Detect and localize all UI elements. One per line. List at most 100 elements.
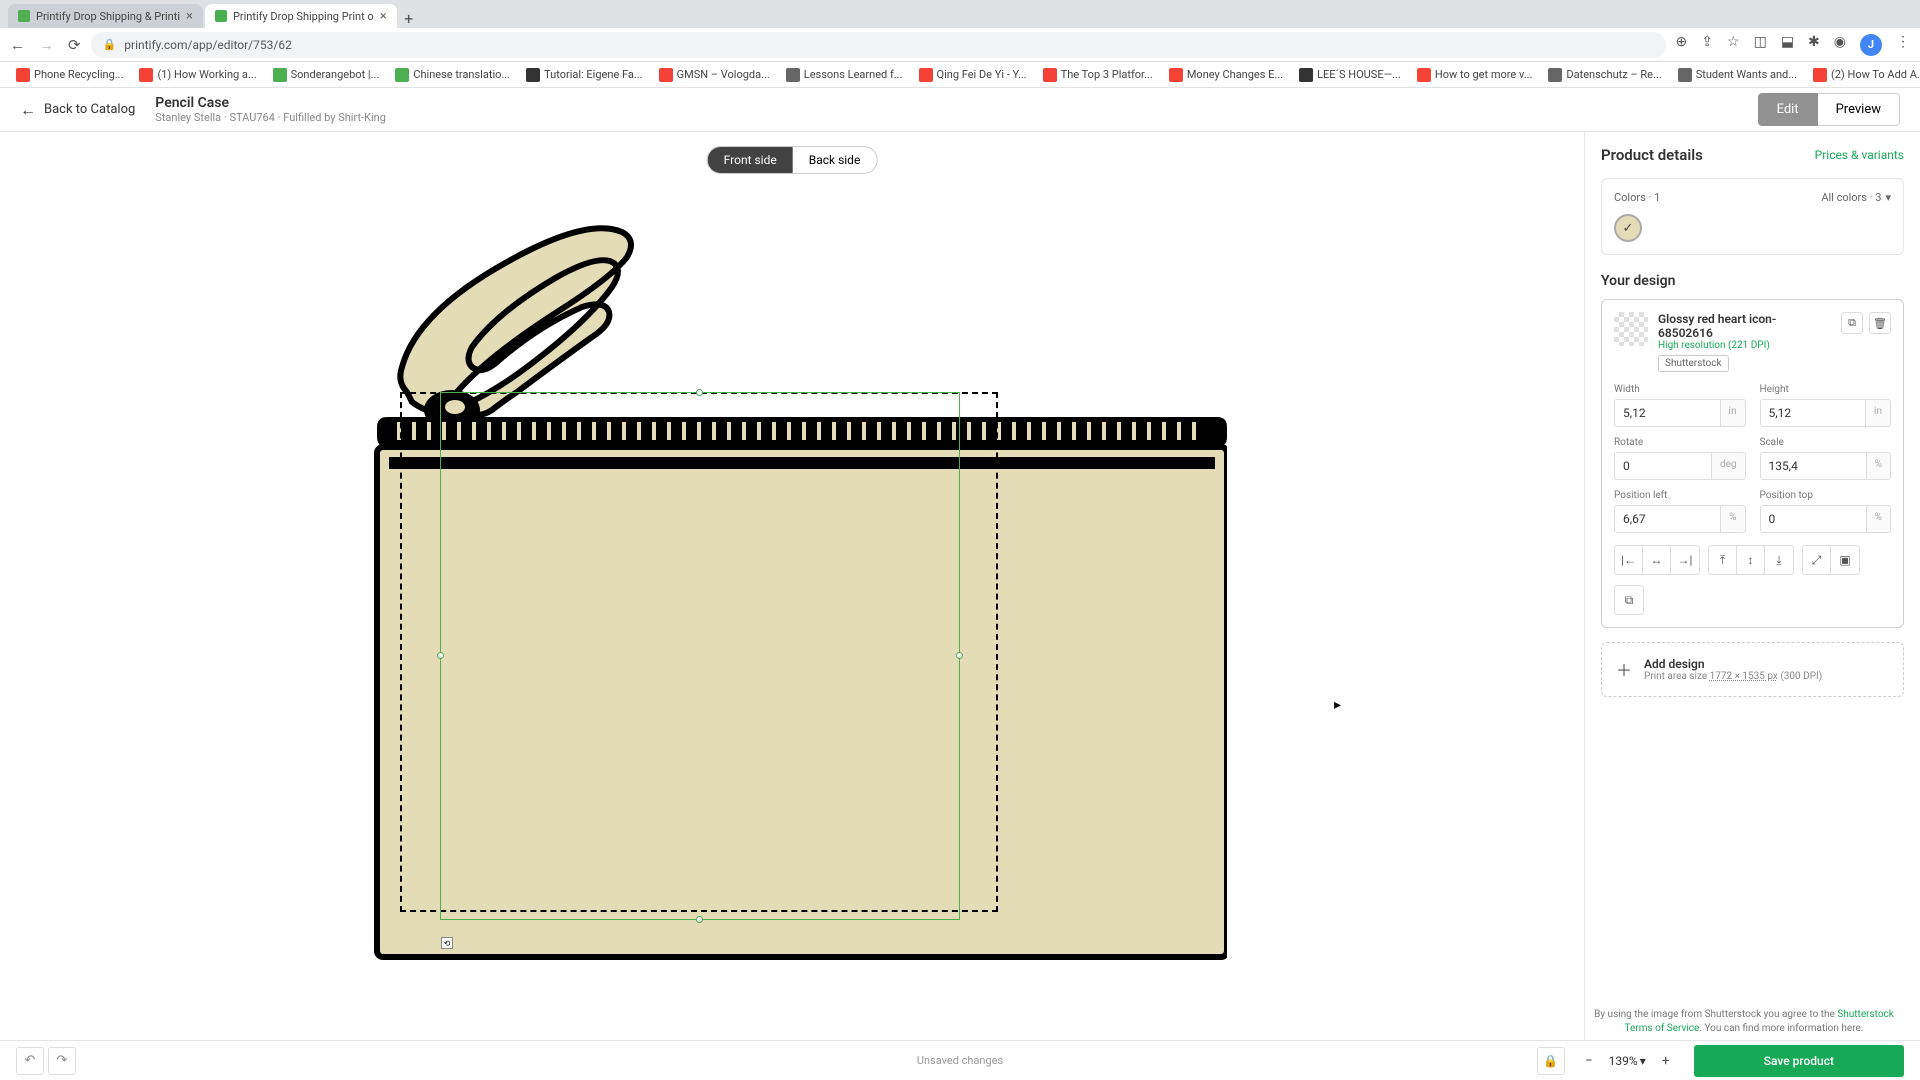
zoom-in-icon[interactable]: +: [1654, 1049, 1678, 1073]
bookmark-favicon: [659, 68, 673, 82]
back-side-tab[interactable]: Back side: [793, 147, 877, 173]
bookmark-item[interactable]: Datenschutz – Re...: [1542, 66, 1667, 84]
bookmark-item[interactable]: Student Wants and...: [1672, 66, 1803, 84]
back-to-catalog[interactable]: ← Back to Catalog: [20, 100, 135, 120]
bookmark-item[interactable]: Money Changes E...: [1163, 66, 1289, 84]
bookmark-label: The Top 3 Platfor...: [1061, 68, 1153, 81]
height-label: Height: [1760, 384, 1892, 395]
all-colors-text: All colors · 3: [1821, 191, 1881, 204]
bookmark-item[interactable]: (2) How To Add A...: [1807, 66, 1920, 84]
align-vcenter-icon[interactable]: ↕: [1737, 546, 1765, 574]
design-card: Glossy red heart icon-68502616 High reso…: [1601, 299, 1904, 628]
bookmark-item[interactable]: Chinese translatio...: [389, 66, 516, 84]
product-mockup: [357, 192, 1227, 976]
front-side-tab[interactable]: Front side: [708, 147, 793, 173]
your-design-title: Your design: [1601, 273, 1904, 289]
menu-icon[interactable]: ⋮: [1896, 34, 1910, 56]
reload-icon[interactable]: ⟳: [68, 36, 81, 54]
fit-icon[interactable]: ⤢: [1803, 546, 1831, 574]
duplicate-layer-icon[interactable]: ⧉: [1615, 586, 1643, 614]
bookmark-favicon: [1043, 68, 1057, 82]
undo-icon[interactable]: ↶: [16, 1047, 44, 1075]
align-left-icon[interactable]: |←: [1615, 546, 1643, 574]
bookmarks-bar: Phone Recycling...(1) How Working a... So…: [0, 62, 1920, 88]
bookmark-item[interactable]: (1) How Working a...: [133, 66, 262, 84]
zoom-out-icon[interactable]: −: [1577, 1049, 1601, 1073]
extension-icon[interactable]: ⬓: [1781, 34, 1794, 56]
align-bottom-icon[interactable]: ⤓: [1765, 546, 1793, 574]
position-left-input[interactable]: [1614, 505, 1721, 533]
all-colors-dropdown[interactable]: All colors · 3 ▾: [1821, 191, 1891, 204]
browser-tabs: Printify Drop Shipping & Printi × Printi…: [0, 0, 1920, 28]
plus-icon: ＋: [1616, 657, 1632, 681]
align-top-icon[interactable]: ⤒: [1709, 546, 1737, 574]
colors-label: Colors · 1: [1614, 191, 1660, 204]
bookmark-item[interactable]: Lessons Learned f...: [780, 66, 909, 84]
preview-button[interactable]: Preview: [1818, 93, 1900, 126]
bookmark-item[interactable]: Sonderangebot |...: [267, 66, 386, 84]
product-name: Pencil Case: [155, 95, 386, 111]
bookmark-item[interactable]: Phone Recycling...: [10, 66, 129, 84]
bookmark-item[interactable]: How to get more v...: [1411, 66, 1539, 84]
browser-tab-0[interactable]: Printify Drop Shipping & Printi ×: [8, 4, 203, 28]
bookmark-favicon: [919, 68, 933, 82]
arrow-left-icon: ←: [20, 100, 36, 120]
url-bar[interactable]: 🔒 printify.com/app/editor/753/62: [91, 32, 1666, 58]
bookmark-label: Lessons Learned f...: [804, 68, 903, 81]
align-right-icon[interactable]: →|: [1671, 546, 1699, 574]
share-icon[interactable]: ⇪: [1701, 34, 1713, 56]
close-icon[interactable]: ×: [186, 9, 193, 24]
bookmark-label: How to get more v...: [1435, 68, 1533, 81]
prices-variants-link[interactable]: Prices & variants: [1815, 148, 1904, 162]
redo-icon[interactable]: ↷: [48, 1047, 76, 1075]
translate-icon[interactable]: ⊕: [1676, 34, 1688, 56]
bookmark-item[interactable]: The Top 3 Platfor...: [1037, 66, 1159, 84]
puzzle-icon[interactable]: ✱: [1808, 34, 1820, 56]
bookmark-favicon: [526, 68, 540, 82]
bookmark-item[interactable]: Qing Fei De Yi - Y...: [913, 66, 1033, 84]
position-top-label: Position top: [1760, 490, 1892, 501]
add-design-button[interactable]: ＋ Add design Print area size 1772 × 1535…: [1601, 642, 1904, 697]
bookmark-label: Sonderangebot |...: [291, 68, 380, 81]
bookmark-favicon: [1299, 68, 1313, 82]
rotate-input[interactable]: [1614, 452, 1712, 480]
edit-button[interactable]: Edit: [1758, 93, 1818, 126]
rotate-label: Rotate: [1614, 437, 1746, 448]
cursor-icon: ▸: [1334, 697, 1341, 713]
bookmark-item[interactable]: Tutorial: Eigene Fa...: [520, 66, 649, 84]
star-icon[interactable]: ☆: [1727, 34, 1740, 56]
save-product-button[interactable]: Save product: [1694, 1045, 1904, 1077]
back-icon[interactable]: ←: [10, 36, 25, 54]
copy-icon[interactable]: ⧉: [1841, 312, 1863, 334]
width-input[interactable]: [1614, 399, 1721, 427]
align-hcenter-icon[interactable]: ↔: [1643, 546, 1671, 574]
color-swatch[interactable]: [1614, 214, 1642, 242]
extension-icon[interactable]: ◫: [1754, 34, 1767, 56]
details-panel: Product details Prices & variants Colors…: [1584, 132, 1920, 1044]
bookmark-label: Tutorial: Eigene Fa...: [544, 68, 643, 81]
bookmark-favicon: [1813, 68, 1827, 82]
bookmark-label: Datenschutz – Re...: [1566, 68, 1661, 81]
forward-icon[interactable]: →: [39, 36, 54, 54]
bookmark-label: Qing Fei De Yi - Y...: [937, 68, 1027, 81]
scale-input[interactable]: [1760, 452, 1867, 480]
avatar[interactable]: J: [1860, 34, 1882, 56]
delete-icon[interactable]: 🗑: [1869, 312, 1891, 334]
close-icon[interactable]: ×: [380, 9, 387, 24]
canvas-area[interactable]: Front side Back side ⟲ ▸: [0, 132, 1584, 1044]
unit-label: in: [1721, 399, 1746, 427]
design-thumbnail[interactable]: [1614, 312, 1648, 346]
browser-toolbar: ← → ⟳ 🔒 printify.com/app/editor/753/62 ⊕…: [0, 28, 1920, 62]
lock-icon[interactable]: 🔒: [1537, 1047, 1565, 1075]
new-tab-button[interactable]: +: [399, 8, 419, 28]
camera-icon[interactable]: ◉: [1834, 34, 1846, 56]
bookmark-item[interactable]: GMSN – Vologda...: [653, 66, 776, 84]
position-top-input[interactable]: [1760, 505, 1867, 533]
status-text: Unsaved changes: [917, 1054, 1003, 1067]
height-input[interactable]: [1760, 399, 1867, 427]
fill-icon[interactable]: ▣: [1831, 546, 1859, 574]
zoom-dropdown[interactable]: 139%▾: [1605, 1054, 1650, 1068]
bookmark-item[interactable]: LEE´S HOUSE—...: [1293, 66, 1407, 84]
bottom-bar: ↶ ↷ Unsaved changes 🔒 − 139%▾ + Save pro…: [0, 1040, 1920, 1080]
browser-tab-1[interactable]: Printify Drop Shipping Print o ×: [205, 4, 397, 28]
